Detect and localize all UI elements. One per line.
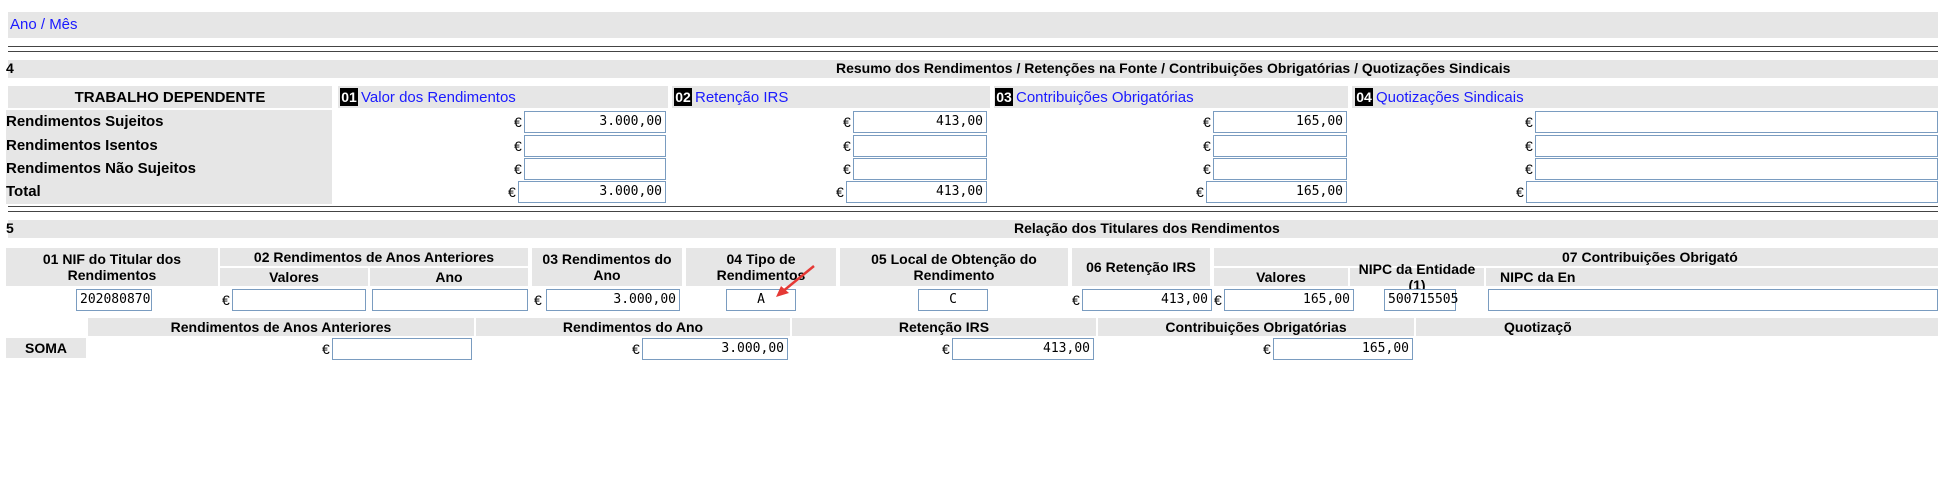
contrib-value-input[interactable]: 165,00	[1224, 289, 1354, 311]
currency-symbol: €	[514, 138, 522, 154]
nif-input[interactable]: 202080870	[76, 289, 152, 311]
nipc2-header: NIPC da En	[1486, 268, 1938, 286]
currency-symbol: €	[843, 161, 851, 177]
irs-input[interactable]: 413,00	[1082, 289, 1212, 311]
row-label-total: Total	[6, 180, 332, 204]
annotation-arrow-icon	[776, 265, 815, 297]
sum-prev-years-input[interactable]	[332, 338, 472, 360]
sum-label: SOMA	[6, 338, 86, 358]
nipc1-header: NIPC da Entidade (1)	[1350, 261, 1484, 293]
section5-band	[8, 220, 1938, 238]
period-band	[8, 12, 1938, 38]
currency-symbol: €	[514, 161, 522, 177]
total-quot-input[interactable]	[1526, 181, 1938, 203]
contrib-values-header: Valores	[1214, 268, 1348, 286]
location-input[interactable]: C	[918, 289, 988, 311]
isentos-irs-input[interactable]	[853, 135, 987, 157]
divider	[8, 206, 1938, 212]
currency-symbol: €	[514, 114, 522, 130]
location-header: 05 Local de Obtenção do Rendimento	[840, 248, 1068, 286]
sujeitos-valor-input[interactable]: 3.000,00	[524, 111, 666, 133]
col02-badge: 02	[674, 88, 692, 106]
prev-year-header: Ano	[370, 268, 528, 286]
col03-badge: 03	[995, 88, 1013, 106]
sum-contrib-input[interactable]: 165,00	[1273, 338, 1413, 360]
isentos-contrib-input[interactable]	[1213, 135, 1347, 157]
sum-header-irs: Retenção IRS	[792, 318, 1096, 336]
sum-year-income-input[interactable]: 3.000,00	[642, 338, 788, 360]
row-label-nao-sujeitos: Rendimentos Não Sujeitos	[6, 157, 332, 181]
currency-symbol: €	[1516, 184, 1524, 200]
sum-header-quot-label: Quotizaçõ	[1504, 319, 1572, 335]
prev-year-input[interactable]	[372, 289, 528, 311]
col04-label-link[interactable]: Quotizações Sindicais	[1376, 89, 1524, 106]
currency-symbol: €	[1525, 138, 1533, 154]
col01-label-link[interactable]: Valor dos Rendimentos	[361, 89, 516, 106]
sujeitos-quot-input[interactable]	[1535, 111, 1938, 133]
currency-symbol: €	[508, 184, 516, 200]
row-label-sujeitos: Rendimentos Sujeitos	[6, 110, 332, 134]
irs-header: 06 Retenção IRS	[1072, 248, 1210, 286]
currency-symbol: €	[836, 184, 844, 200]
currency-symbol: €	[942, 341, 950, 357]
nao-sujeitos-valor-input[interactable]	[524, 158, 666, 180]
total-valor-input[interactable]: 3.000,00	[518, 181, 666, 203]
currency-symbol: €	[843, 138, 851, 154]
total-contrib-input[interactable]: 165,00	[1206, 181, 1347, 203]
nipc1-input[interactable]: 500715505	[1384, 289, 1458, 311]
currency-symbol: €	[1072, 292, 1080, 308]
sum-header-year-income: Rendimentos do Ano	[476, 318, 790, 336]
col01-badge: 01	[340, 88, 358, 106]
sujeitos-irs-input[interactable]: 413,00	[853, 111, 987, 133]
divider	[8, 46, 1938, 52]
sujeitos-contrib-input[interactable]: 165,00	[1213, 111, 1347, 133]
trabalho-dependente-header: TRABALHO DEPENDENTE	[8, 86, 332, 108]
nipc2-input[interactable]	[1488, 289, 1938, 311]
currency-symbol: €	[322, 341, 330, 357]
col02-label-link[interactable]: Retenção IRS	[695, 89, 788, 106]
isentos-quot-input[interactable]	[1535, 135, 1938, 157]
currency-symbol: €	[534, 292, 542, 308]
col03-label-link[interactable]: Contribuições Obrigatórias	[1016, 89, 1194, 106]
currency-symbol: €	[1203, 114, 1211, 130]
section5-title: Relação dos Titulares dos Rendimentos	[1014, 220, 1280, 236]
period-label-link[interactable]: Ano / Mês	[10, 16, 78, 33]
currency-symbol: €	[843, 114, 851, 130]
nao-sujeitos-contrib-input[interactable]	[1213, 158, 1347, 180]
row-label-isentos: Rendimentos Isentos	[6, 134, 332, 158]
col04-badge: 04	[1355, 88, 1373, 106]
currency-symbol: €	[1525, 161, 1533, 177]
section4-title: Resumo dos Rendimentos / Retenções na Fo…	[836, 60, 1511, 76]
year-income-header: 03 Rendimentos do Ano	[532, 248, 682, 286]
isentos-valor-input[interactable]	[524, 135, 666, 157]
year-income-input[interactable]: 3.000,00	[546, 289, 680, 311]
currency-symbol: €	[222, 292, 230, 308]
contrib-header: 07 Contribuições Obrigató	[1214, 248, 1938, 266]
sum-header-prev-years: Rendimentos de Anos Anteriores	[88, 318, 474, 336]
sum-irs-input[interactable]: 413,00	[952, 338, 1094, 360]
nao-sujeitos-irs-input[interactable]	[853, 158, 987, 180]
currency-symbol: €	[1525, 114, 1533, 130]
prev-value-input[interactable]	[232, 289, 366, 311]
sum-header-contrib: Contribuições Obrigatórias	[1098, 318, 1414, 336]
prev-years-header: 02 Rendimentos de Anos Anteriores	[220, 248, 528, 266]
currency-symbol: €	[1196, 184, 1204, 200]
currency-symbol: €	[1214, 292, 1222, 308]
currency-symbol: €	[1203, 138, 1211, 154]
currency-symbol: €	[1203, 161, 1211, 177]
currency-symbol: €	[632, 341, 640, 357]
nao-sujeitos-quot-input[interactable]	[1535, 158, 1938, 180]
currency-symbol: €	[1263, 341, 1271, 357]
section4-number: 4	[6, 60, 14, 76]
contrib-header-label: 07 Contribuições Obrigató	[1562, 249, 1738, 265]
total-irs-input[interactable]: 413,00	[846, 181, 987, 203]
sum-header-quot: Quotizaçõ	[1416, 318, 1938, 336]
prev-values-header: Valores	[220, 268, 368, 286]
section5-number: 5	[6, 220, 14, 236]
nipc2-header-label: NIPC da En	[1500, 269, 1576, 285]
nif-header: 01 NIF do Titular dos Rendimentos	[6, 248, 218, 286]
